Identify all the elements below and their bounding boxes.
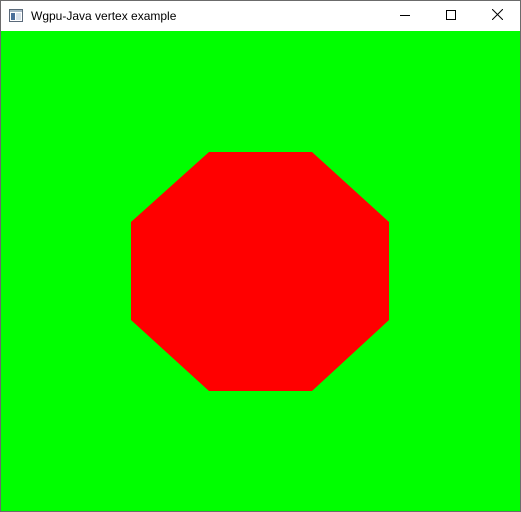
- render-surface[interactable]: [1, 31, 520, 511]
- maximize-icon: [446, 7, 456, 25]
- close-icon: [491, 7, 503, 25]
- maximize-button[interactable]: [428, 1, 474, 31]
- minimize-button[interactable]: [382, 1, 428, 31]
- window-icon[interactable]: [9, 9, 23, 22]
- title-bar[interactable]: Wgpu-Java vertex example: [1, 1, 520, 31]
- red-octagon: [131, 152, 389, 391]
- minimize-icon: [400, 7, 410, 25]
- window-title: Wgpu-Java vertex example: [31, 9, 177, 23]
- close-button[interactable]: [474, 1, 520, 31]
- app-window: Wgpu-Java vertex example: [0, 0, 521, 512]
